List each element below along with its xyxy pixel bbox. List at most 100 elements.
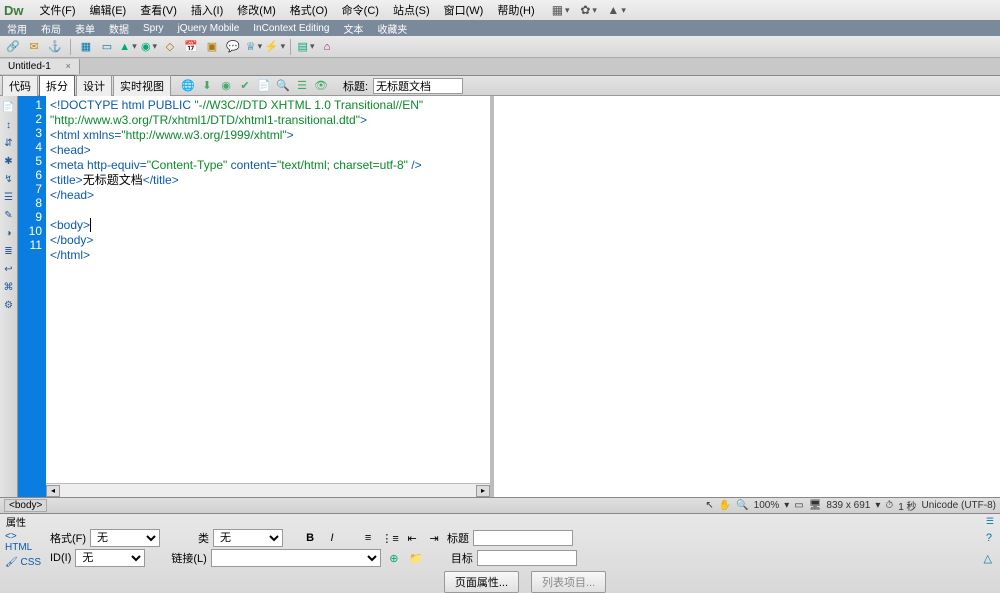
open-docs-icon[interactable]: 📄 (2, 100, 16, 114)
snippet-icon[interactable]: ⌘ (2, 280, 16, 294)
props-css-tab[interactable]: 🖌 CSS (2, 556, 48, 569)
document-tab[interactable]: Untitled-1 × (0, 59, 80, 74)
widget-icon[interactable]: ◇ (161, 38, 179, 56)
title-input2[interactable] (473, 530, 573, 546)
server-icon[interactable]: ▣ (203, 38, 221, 56)
tab-jquery[interactable]: jQuery Mobile (171, 22, 247, 35)
script-icon[interactable]: ⚡▾ (266, 38, 284, 56)
window-dims[interactable]: 839 x 691 (826, 500, 870, 511)
props-title[interactable]: 属性 (6, 514, 26, 529)
design-preview[interactable] (490, 96, 1000, 497)
menu-site[interactable]: 站点(S) (387, 0, 436, 20)
render-icon[interactable]: ◉ (218, 78, 234, 94)
hyperlink-icon[interactable]: 🔗 (4, 38, 22, 56)
media-icon[interactable]: ◉▾ (140, 38, 158, 56)
check-icon[interactable]: ✔ (237, 78, 253, 94)
zoom-drop-icon[interactable]: ▾ (784, 500, 789, 511)
tab-data[interactable]: 数据 (102, 20, 136, 37)
ol-button[interactable]: ⋮≡ (381, 529, 399, 547)
tab-incontext[interactable]: InContext Editing (246, 22, 336, 35)
line-nums-icon[interactable]: ☰ (2, 190, 16, 204)
menu-insert[interactable]: 插入(I) (185, 0, 229, 20)
visual-aids-icon[interactable]: 👁 (313, 78, 329, 94)
dims-drop-icon[interactable]: ▾ (875, 500, 880, 511)
menu-commands[interactable]: 命令(C) (336, 0, 385, 20)
preview-icon[interactable]: 🔍 (275, 78, 291, 94)
format-icon[interactable]: ⚙ (2, 298, 16, 312)
div-icon[interactable]: ▭ (98, 38, 116, 56)
tab-text[interactable]: 文本 (336, 20, 370, 37)
link-select[interactable] (211, 549, 381, 567)
bold-button[interactable]: B (301, 529, 319, 547)
file-mgmt-icon[interactable]: 📄 (256, 78, 272, 94)
tab-common[interactable]: 常用 (0, 20, 34, 37)
menu-edit[interactable]: 编辑(E) (84, 0, 133, 20)
tab-spry[interactable]: Spry (136, 22, 171, 35)
inspect-icon[interactable]: 🌐 (180, 78, 196, 94)
screen-icon[interactable]: 🖥 (809, 500, 822, 511)
format-select[interactable]: 无 (90, 529, 160, 547)
zoom-level[interactable]: 100% (754, 500, 780, 511)
code-content[interactable]: <!DOCTYPE html PUBLIC "-//W3C//DTD XHTML… (46, 96, 490, 497)
view-design-button[interactable]: 设计 (76, 75, 112, 97)
menu-format[interactable]: 格式(O) (284, 0, 334, 20)
syntax-icon[interactable]: ◑ (2, 226, 16, 240)
browse-folder-icon[interactable]: 📁 (407, 549, 425, 567)
highlight-icon[interactable]: ✎ (2, 208, 16, 222)
props-html-tab[interactable]: <> HTML (2, 530, 48, 554)
italic-button[interactable]: I (323, 529, 341, 547)
menu-window[interactable]: 窗口(W) (438, 0, 490, 20)
collapse-icon[interactable]: ↕ (2, 118, 16, 132)
expand-icon[interactable]: ⇵ (2, 136, 16, 150)
tag-icon[interactable]: ⌂ (318, 38, 336, 56)
device-icon[interactable]: ▭ (794, 500, 803, 511)
indent-button[interactable]: ⇥ (425, 529, 443, 547)
indent-icon[interactable]: ≣ (2, 244, 16, 258)
menu-file[interactable]: 文件(F) (34, 0, 82, 20)
h-scrollbar[interactable]: ◂ ▸ (46, 483, 490, 497)
title-input[interactable] (373, 78, 463, 94)
email-icon[interactable]: ✉ (25, 38, 43, 56)
date-icon[interactable]: 📅 (182, 38, 200, 56)
menu-help[interactable]: 帮助(H) (491, 0, 540, 20)
comment-icon[interactable]: 💬 (224, 38, 242, 56)
page-props-button[interactable]: 页面属性... (444, 571, 519, 593)
scroll-left-icon[interactable]: ◂ (46, 485, 60, 497)
scroll-right-icon[interactable]: ▸ (476, 485, 490, 497)
close-tab-icon[interactable]: × (66, 61, 71, 71)
user-icon[interactable]: ▲▾ (609, 2, 625, 18)
view-code-button[interactable]: 代码 (2, 75, 38, 97)
layout-icon[interactable]: ▦▾ (553, 2, 569, 18)
tab-favorites[interactable]: 收藏夹 (370, 20, 414, 37)
template-icon[interactable]: ▤▾ (297, 38, 315, 56)
table-icon[interactable]: ▦ (77, 38, 95, 56)
point-to-file-icon[interactable]: ⊕ (385, 549, 403, 567)
pointer-icon[interactable]: ↖ (705, 500, 713, 511)
zoom-icon[interactable]: 🔍 (736, 500, 748, 511)
outdent-button[interactable]: ⇤ (403, 529, 421, 547)
wrap-icon[interactable]: ↩ (2, 262, 16, 276)
options-icon[interactable]: ☰ (294, 78, 310, 94)
balance-icon[interactable]: ↯ (2, 172, 16, 186)
tab-forms[interactable]: 表单 (68, 20, 102, 37)
help-icon[interactable]: ? (986, 532, 1000, 544)
view-split-button[interactable]: 拆分 (39, 75, 75, 97)
menu-modify[interactable]: 修改(M) (231, 0, 282, 20)
ul-button[interactable]: ≡ (359, 529, 377, 547)
view-live-button[interactable]: 实时视图 (113, 75, 171, 97)
quick-tag-icon[interactable]: △ (984, 552, 1000, 565)
image-icon[interactable]: ▲▾ (119, 38, 137, 56)
menu-view[interactable]: 查看(V) (134, 0, 183, 20)
head-icon[interactable]: ♕▾ (245, 38, 263, 56)
class-select[interactable]: 无 (213, 529, 283, 547)
props-menu-icon[interactable]: ☰ (986, 516, 994, 527)
hand-icon[interactable]: ✋ (719, 500, 731, 511)
target-input[interactable] (477, 550, 577, 566)
tab-layout[interactable]: 布局 (34, 20, 68, 37)
anchor-icon[interactable]: ⚓ (46, 38, 64, 56)
select-parent-icon[interactable]: ✱ (2, 154, 16, 168)
id-select[interactable]: 无 (75, 549, 145, 567)
workspace-icon[interactable]: ✿▾ (581, 2, 597, 18)
live-code-icon[interactable]: ⬇ (199, 78, 215, 94)
tag-selector[interactable]: <body> (4, 499, 47, 512)
